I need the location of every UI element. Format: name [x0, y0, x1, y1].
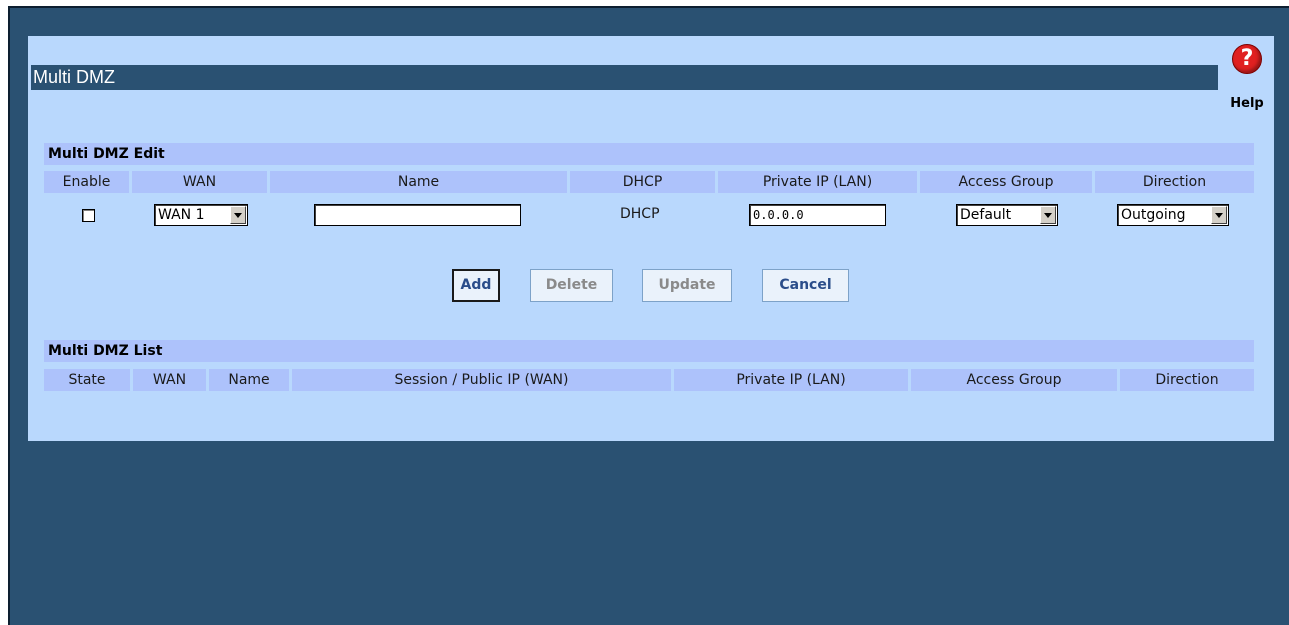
list-col-wan: WAN: [133, 369, 206, 391]
chevron-down-icon[interactable]: [1040, 206, 1056, 224]
cancel-button[interactable]: Cancel: [762, 269, 849, 302]
private-ip-input[interactable]: 0.0.0.0: [749, 204, 886, 226]
list-col-direction: Direction: [1120, 369, 1254, 391]
dhcp-text: DHCP: [620, 206, 660, 222]
wan-select-value: WAN 1: [158, 207, 205, 223]
wan-select[interactable]: WAN 1: [154, 204, 248, 226]
edit-col-enable: Enable: [44, 171, 129, 193]
add-button[interactable]: Add: [452, 269, 500, 302]
list-section-heading: Multi DMZ List: [44, 340, 1254, 362]
access-group-select-value: Default: [960, 207, 1012, 223]
list-col-private-ip: Private IP (LAN): [674, 369, 908, 391]
enable-checkbox[interactable]: [82, 209, 95, 222]
update-button[interactable]: Update: [642, 269, 732, 302]
chevron-down-icon[interactable]: [1211, 206, 1227, 224]
edit-col-dhcp: DHCP: [570, 171, 715, 193]
edit-header-row: Enable WAN Name DHCP Private IP (LAN) Ac…: [44, 171, 1254, 193]
list-header-row: State WAN Name Session / Public IP (WAN)…: [44, 369, 1254, 391]
page-title: Multi DMZ: [31, 65, 1218, 90]
access-group-select[interactable]: Default: [956, 204, 1058, 226]
list-col-state: State: [44, 369, 130, 391]
delete-button[interactable]: Delete: [530, 269, 613, 302]
list-col-access-group: Access Group: [911, 369, 1117, 391]
edit-col-direction: Direction: [1095, 171, 1254, 193]
help-icon[interactable]: ?: [1232, 44, 1262, 74]
name-input[interactable]: [314, 204, 521, 226]
chevron-down-icon[interactable]: [230, 206, 246, 224]
list-col-session-public-ip: Session / Public IP (WAN): [292, 369, 671, 391]
help-button[interactable]: ? Help: [1227, 44, 1267, 114]
edit-col-wan: WAN: [132, 171, 267, 193]
edit-col-name: Name: [270, 171, 567, 193]
list-col-name: Name: [209, 369, 289, 391]
edit-col-private-ip: Private IP (LAN): [718, 171, 917, 193]
help-label[interactable]: Help: [1227, 96, 1267, 111]
edit-col-access-group: Access Group: [920, 171, 1092, 193]
direction-select[interactable]: Outgoing: [1117, 204, 1229, 226]
direction-select-value: Outgoing: [1121, 207, 1186, 223]
edit-section-heading: Multi DMZ Edit: [44, 143, 1254, 165]
